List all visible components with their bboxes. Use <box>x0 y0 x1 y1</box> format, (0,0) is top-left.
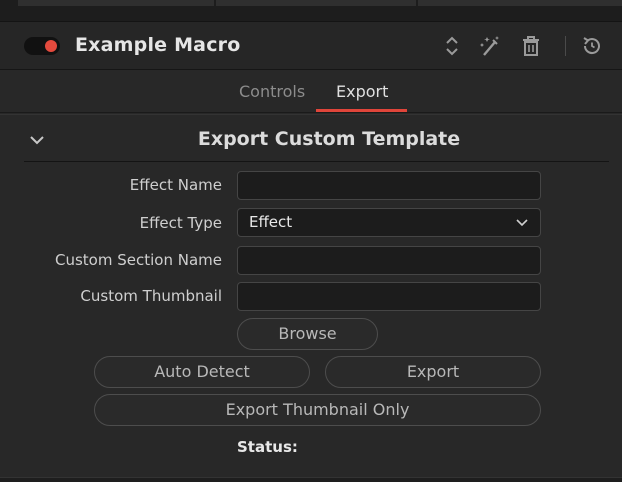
tab-controls[interactable]: Controls <box>239 82 305 101</box>
status-label: Status: <box>237 438 298 456</box>
tab-bar: Controls Export <box>0 71 622 113</box>
tab-export[interactable]: Export <box>336 82 388 101</box>
bottom-border <box>0 477 622 482</box>
custom-section-name-label: Custom Section Name <box>55 251 222 269</box>
browse-button[interactable]: Browse <box>237 318 378 350</box>
custom-section-name-input[interactable] <box>237 246 541 275</box>
effect-name-label: Effect Name <box>129 176 222 194</box>
active-tab-indicator <box>316 109 407 112</box>
macro-enable-toggle[interactable] <box>24 37 60 55</box>
toolbar-segment[interactable] <box>418 0 622 6</box>
effect-type-label: Effect Type <box>139 214 222 232</box>
custom-thumbnail-label: Custom Thumbnail <box>80 287 222 305</box>
chevron-down-icon <box>514 215 530 231</box>
magic-wand-icon[interactable] <box>478 34 502 58</box>
macro-inspector-panel: Example Macro Controls Export Export Cus… <box>0 0 622 482</box>
effect-type-value: Effect <box>249 213 293 231</box>
macro-header: Example Macro <box>0 22 622 70</box>
up-down-arrows-icon[interactable] <box>440 34 464 58</box>
toggle-knob <box>45 40 57 52</box>
section-title: Export Custom Template <box>197 128 461 150</box>
toolbar-segment[interactable] <box>216 0 416 6</box>
custom-thumbnail-input[interactable] <box>237 282 541 311</box>
toolbar-segment[interactable] <box>18 0 214 6</box>
header-divider <box>565 36 566 56</box>
effect-name-input[interactable] <box>237 171 541 200</box>
reset-icon[interactable] <box>580 34 604 58</box>
section-divider <box>24 161 609 162</box>
auto-detect-button[interactable]: Auto Detect <box>94 356 310 388</box>
effect-type-select[interactable]: Effect <box>237 208 541 237</box>
trash-icon[interactable] <box>519 34 543 58</box>
export-thumbnail-only-button[interactable]: Export Thumbnail Only <box>94 394 541 426</box>
macro-title: Example Macro <box>75 34 241 56</box>
export-button[interactable]: Export <box>325 356 541 388</box>
export-custom-template-section: Export Custom Template Effect Name Effec… <box>0 114 622 482</box>
top-toolbar-strip <box>0 0 622 22</box>
